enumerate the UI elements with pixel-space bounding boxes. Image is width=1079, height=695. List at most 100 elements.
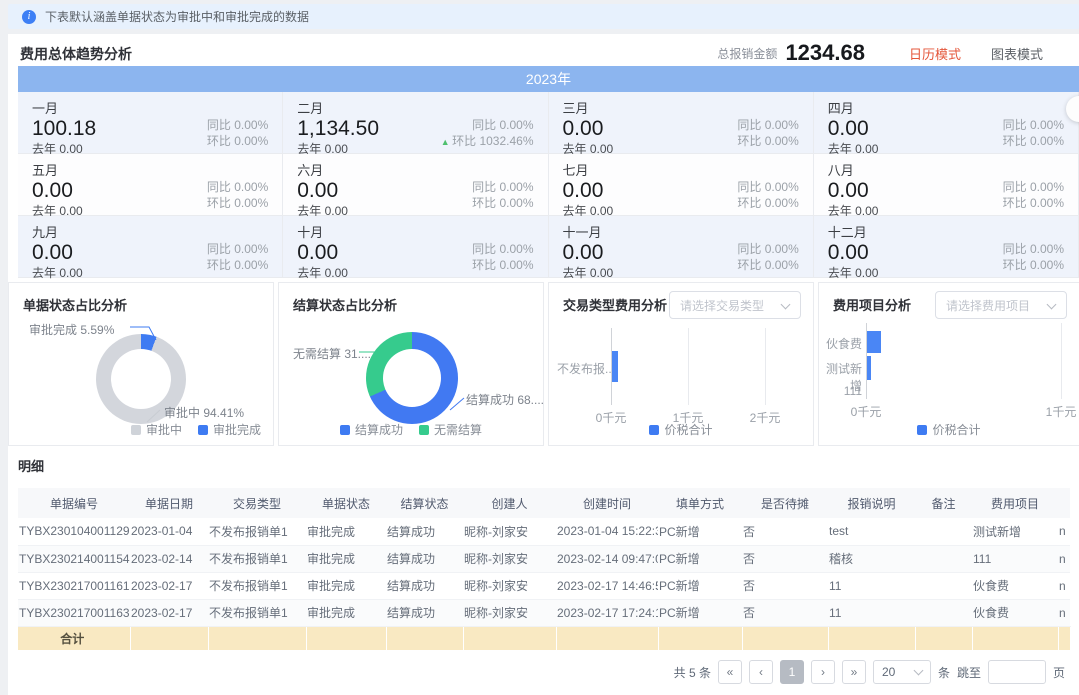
expense-category-1: 伙食费 <box>825 337 862 351</box>
table-cell: 2023-01-04 <box>130 518 208 546</box>
column-header: 报销说明 <box>828 488 915 518</box>
legend-item-approve-done[interactable]: 审批完成 <box>197 421 261 438</box>
table-cell: 2023-02-14 <box>130 545 208 573</box>
legend-swatch-blue <box>339 424 350 435</box>
month-cell-10[interactable]: 十月 0.00 去年 0.00 同比 0.00% 环比 0.00% <box>283 216 549 280</box>
panel-settle-status-title: 结算状态占比分析 <box>293 298 398 313</box>
chevron-down-icon <box>913 665 924 676</box>
table-cell: 昵称-刘家安 <box>463 518 556 546</box>
month-cell-4[interactable]: 四月 0.00 去年 0.00 同比 0.00% 环比 0.00% <box>813 92 1079 156</box>
page-title: 费用总体趋势分析 <box>20 46 132 62</box>
table-cell: 2023-02-17 <box>130 572 208 600</box>
total-row-cell <box>658 626 743 650</box>
callout-settle-success: 结算成功 68.... <box>466 393 545 407</box>
txn-type-select[interactable]: 请选择交易类型 <box>669 291 801 319</box>
table-cell: test <box>828 518 915 546</box>
info-bar-text: 下表默认涵盖单据状态为审批中和审批完成的数据 <box>45 10 310 24</box>
month-name: 四月 <box>827 101 854 116</box>
txn-legend: 价税合计 <box>549 421 813 438</box>
total-amount-label: 总报销金额 <box>717 46 778 61</box>
table-cell: 2023-02-17 14:46:51 <box>556 572 658 600</box>
year-banner: 2023年 <box>18 66 1079 92</box>
column-header: 单据状态 <box>306 488 386 518</box>
table-cell: 2023-02-17 <box>130 599 208 627</box>
panel-doc-status-title: 单据状态占比分析 <box>23 298 128 313</box>
legend-swatch-gray <box>130 424 141 435</box>
page-label: 页 <box>1052 665 1065 680</box>
table-row[interactable]: TYBX230214001154 2023-02-14 不发布报销单1 审批完成 结算成… <box>18 545 1070 573</box>
month-stats: 同比 0.00% ▲ 环比 1032.46% <box>440 118 534 148</box>
table-cell: 昵称-刘家安 <box>463 545 556 573</box>
doc-status-legend: 审批中 审批完成 <box>9 421 273 438</box>
table-cell: 不发布报销单1 <box>208 599 306 627</box>
table-row[interactable]: TYBX230217001163 2023-02-17 不发布报销单1 审批完成 结算成… <box>18 599 1070 627</box>
tab-calendar-mode[interactable]: 日历模式 <box>909 44 961 63</box>
total-row-cell <box>1058 626 1071 650</box>
month-cell-9[interactable]: 九月 0.00 去年 0.00 同比 0.00% 环比 0.00% <box>18 216 284 280</box>
legend-swatch-blue <box>917 424 928 435</box>
table-cell <box>915 518 972 546</box>
page-1-button[interactable]: 1 <box>779 660 804 684</box>
table-cell: 测试新增 <box>972 518 1058 546</box>
table-row[interactable]: TYBX230217001161 2023-02-17 不发布报销单1 审批完成 结算成… <box>18 572 1070 600</box>
prev-page-button[interactable]: ‹ <box>748 660 773 684</box>
total-row-cell <box>972 626 1059 650</box>
legend-item-no-settle[interactable]: 无需结算 <box>419 421 482 438</box>
total-row-cell <box>742 626 829 650</box>
table-cell: 昵称-刘家安 <box>463 599 556 627</box>
month-cell-2[interactable]: 二月 1,134.50 去年 0.00 同比 0.00% ▲ 环比 1032.46% <box>283 92 549 156</box>
page-size-select[interactable]: 20 <box>872 660 931 684</box>
table-cell: n <box>1058 545 1070 573</box>
expense-legend: 价税合计 <box>819 421 1079 438</box>
month-stats: 同比 0.00% 环比 0.00% <box>737 180 799 210</box>
txn-gridline-1 <box>688 328 689 405</box>
callout-approving: 审批中 94.41% <box>164 406 245 420</box>
total-row-cell <box>130 626 209 650</box>
table-cell: 伙食费 <box>972 599 1058 627</box>
table-cell: 审批完成 <box>306 599 386 627</box>
month-cell-11[interactable]: 十一月 0.00 去年 0.00 同比 0.00% 环比 0.00% <box>548 216 814 280</box>
unit-label: 条 <box>937 665 950 680</box>
total-row-cell <box>386 626 464 650</box>
month-cell-5[interactable]: 五月 0.00 去年 0.00 同比 0.00% 环比 0.00% <box>18 154 284 218</box>
x-axis-tick: 0千元 <box>850 405 882 419</box>
panel-txn-type: 交易类型费用分析 请选择交易类型 不发布报... 0千元 1千元 2千元 价税合计 <box>548 282 814 446</box>
jump-page-input[interactable] <box>987 660 1046 684</box>
legend-item-tax-total[interactable]: 价税合计 <box>917 421 981 438</box>
detail-section-title: 明细 <box>18 459 45 474</box>
first-page-button[interactable]: « <box>717 660 742 684</box>
month-stats: 同比 0.00% 环比 0.00% <box>206 180 269 210</box>
table-cell: 稽核 <box>828 545 915 573</box>
month-cell-1[interactable]: 一月 100.18 去年 0.00 同比 0.00% 环比 0.00% <box>18 92 284 156</box>
expense-item-select[interactable]: 请选择费用项目 <box>935 291 1067 319</box>
tab-chart-mode[interactable]: 图表模式 <box>991 44 1043 63</box>
detail-table: 单据编号 单据日期 交易类型 单据状态 结算状态 创建人 创建时间 填单方式 是否待摊 报销说明备… <box>18 488 1071 650</box>
legend-item-approving[interactable]: 审批中 <box>130 421 182 438</box>
month-cell-3[interactable]: 三月 0.00 去年 0.00 同比 0.00% 环比 0.00% <box>548 92 814 156</box>
table-cell: 2023-02-14 09:47:02 <box>556 545 658 573</box>
legend-item-settle-success[interactable]: 结算成功 <box>339 421 403 438</box>
page-size-value: 20 <box>881 665 896 679</box>
legend-item-tax-total[interactable]: 价税合计 <box>649 421 713 438</box>
column-header <box>1058 488 1070 518</box>
month-name: 十月 <box>297 225 324 240</box>
table-cell: 审批完成 <box>306 518 386 546</box>
last-page-button[interactable]: » <box>841 660 866 684</box>
txn-bar <box>612 351 618 382</box>
month-name: 九月 <box>32 225 59 240</box>
month-cell-8[interactable]: 八月 0.00 去年 0.00 同比 0.00% 环比 0.00% <box>813 154 1079 218</box>
panel-txn-type-title: 交易类型费用分析 <box>563 298 668 313</box>
month-cell-6[interactable]: 六月 0.00 去年 0.00 同比 0.00% 环比 0.00% <box>283 154 549 218</box>
month-name: 六月 <box>297 163 324 178</box>
table-cell: 结算成功 <box>386 572 463 600</box>
table-cell: n <box>1058 518 1070 546</box>
panel-settle-status: 结算状态占比分析 无需结算 31.... 结算成功 68.... 结算成功 无需… <box>278 282 544 446</box>
next-page-button[interactable]: › <box>810 660 835 684</box>
month-cell-7[interactable]: 七月 0.00 去年 0.00 同比 0.00% 环比 0.00% <box>548 154 814 218</box>
month-cell-12[interactable]: 十二月 0.00 去年 0.00 同比 0.00% 环比 0.00% <box>813 216 1079 280</box>
table-row[interactable]: TYBX230104001129 2023-01-04 不发布报销单1 审批完成 结算成… <box>18 518 1070 546</box>
table-cell: 审批完成 <box>306 545 386 573</box>
total-row-cell <box>306 626 387 650</box>
total-row-cell <box>828 626 916 650</box>
month-stats: 同比 0.00% 环比 0.00% <box>1002 118 1064 148</box>
